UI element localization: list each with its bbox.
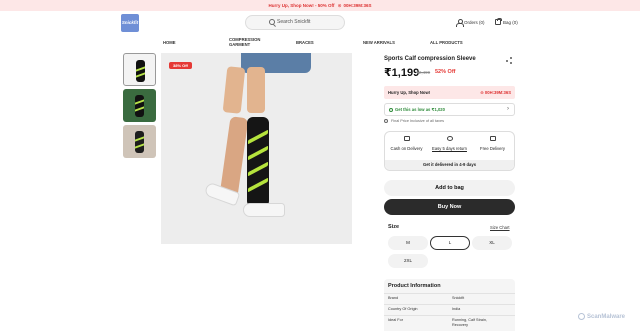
image-thigh [222, 66, 246, 114]
promo-timer: 00H:39M:36S [343, 3, 372, 8]
delivery-features: Cash on Delivery Easy 5 days return Free… [384, 131, 515, 171]
promo-bar: Hurry Up, Shop Now! - 50% Off ⊙ 00H:39M:3… [0, 0, 640, 11]
add-to-bag-button[interactable]: Add to bag [384, 180, 515, 196]
size-heading: Size [388, 224, 400, 230]
feature-returns[interactable]: Easy 5 days return [428, 136, 471, 151]
product-information: Product Information Brand Snickfit Count… [384, 279, 515, 331]
orders-label: Orders (0) [464, 20, 485, 25]
hurry-label: Hurry Up, Shop Now! [388, 90, 431, 95]
brand-logo[interactable]: Snickfit [121, 14, 139, 32]
feature-cod: Cash on Delivery [385, 136, 428, 151]
coupon-offer[interactable]: Get this as low as ₹1,020 › [384, 103, 515, 116]
discount-percent: 52% Off [435, 69, 456, 75]
image-bare-calf [219, 116, 249, 198]
truck-icon [489, 136, 496, 141]
nav-item-braces[interactable]: BRACES [296, 40, 314, 45]
size-option-2xl[interactable]: 2XL [388, 254, 428, 268]
nav-item-compression-garment[interactable]: COMPRESSION GARMENT [229, 37, 265, 47]
hurry-timer: ⊙ 00H:39M:36S [480, 90, 511, 95]
nav-item-new-arrivals[interactable]: NEW ARRIVALS [363, 40, 395, 45]
site-header: Snickfit Search Snickfit Orders (0) Bag … [0, 11, 640, 35]
price-note: Final Price Inclusive of all taxes [384, 119, 444, 123]
thumbnail-sleeve [135, 131, 144, 153]
delivery-eta: Get it delivered in 4-9 days [385, 160, 514, 170]
product-main-image[interactable]: 38% Off [161, 53, 352, 244]
buy-now-button[interactable]: Buy Now [384, 199, 515, 215]
feature-free-delivery: Free Delivery [471, 136, 514, 151]
info-row-brand: Brand Snickfit [384, 293, 515, 304]
clock-icon: ⊙ [337, 3, 342, 8]
info-value: Snickfit [452, 296, 465, 300]
info-key: Brand [388, 296, 399, 300]
product-price: ₹1,199 [384, 67, 420, 79]
promo-text: Hurry Up, Shop Now! - 50% Off [268, 3, 335, 8]
product-thumbnail[interactable] [123, 89, 156, 122]
offer-icon [389, 108, 393, 112]
coupon-text: Get this as low as ₹1,020 [395, 107, 445, 112]
sleeve-stripe [248, 129, 268, 145]
info-row-ideal-for: Ideal For Running, Calf Strain, Recovery [384, 315, 515, 331]
size-option-m[interactable]: M [388, 236, 428, 250]
hurry-timer-text: 00H:39M:36S [484, 90, 511, 95]
price-note-text: Final Price Inclusive of all taxes [391, 119, 444, 123]
info-key: Ideal For [388, 318, 403, 322]
feature-free-delivery-label: Free Delivery [480, 146, 505, 151]
info-key: Country Of Origin [388, 307, 418, 311]
watermark-text: ScanMalware [587, 314, 626, 321]
chevron-right-icon: › [507, 106, 509, 112]
info-value: India [452, 307, 461, 311]
share-icon[interactable] [506, 57, 513, 64]
return-icon [446, 136, 453, 141]
product-title: Sports Calf compression Sleeve [384, 56, 476, 62]
product-thumbnail[interactable] [123, 125, 156, 158]
search-placeholder: Search Snickfit [277, 19, 311, 25]
product-mrp: ₹2,499 [416, 70, 431, 75]
product-info-heading: Product Information [388, 283, 441, 289]
user-icon [456, 19, 464, 27]
bag-icon [495, 18, 502, 25]
sleeve-stripe [248, 161, 268, 177]
bag-label: Bag (0) [503, 19, 518, 25]
search-input[interactable]: Search Snickfit [245, 15, 345, 30]
size-chart-link[interactable]: Size Chart [490, 225, 510, 230]
image-shoe [243, 203, 285, 217]
cash-icon [403, 136, 410, 141]
clock-icon: ⊙ [480, 90, 484, 95]
main-nav: HOME COMPRESSION GARMENT BRACES NEW ARRI… [0, 37, 640, 49]
sleeve-stripe [248, 145, 268, 161]
sleeve-stripe [248, 177, 268, 193]
discount-badge: 38% Off [169, 62, 192, 69]
watermark: ScanMalware [578, 313, 625, 320]
bag-link[interactable]: Bag (0) [495, 18, 518, 25]
size-option-l[interactable]: L [430, 236, 470, 250]
product-thumbnail[interactable] [123, 53, 156, 86]
orders-link[interactable]: Orders (0) [456, 19, 485, 27]
info-icon [384, 119, 388, 123]
nav-item-all-products[interactable]: ALL PRODUCTS [430, 40, 463, 45]
info-value: Running, Calf Strain, Recovery [452, 318, 488, 327]
image-thigh [247, 67, 265, 113]
watermark-logo-icon [578, 313, 585, 320]
feature-cod-label: Cash on Delivery [390, 146, 423, 151]
image-compression-sleeve [247, 117, 269, 207]
info-row-country: Country Of Origin India [384, 304, 515, 315]
search-icon [269, 19, 275, 25]
size-option-xl[interactable]: XL [472, 236, 512, 250]
feature-returns-label: Easy 5 days return [432, 146, 467, 151]
hurry-banner: Hurry Up, Shop Now! ⊙ 00H:39M:36S [384, 86, 515, 99]
nav-item-home[interactable]: HOME [163, 40, 176, 45]
